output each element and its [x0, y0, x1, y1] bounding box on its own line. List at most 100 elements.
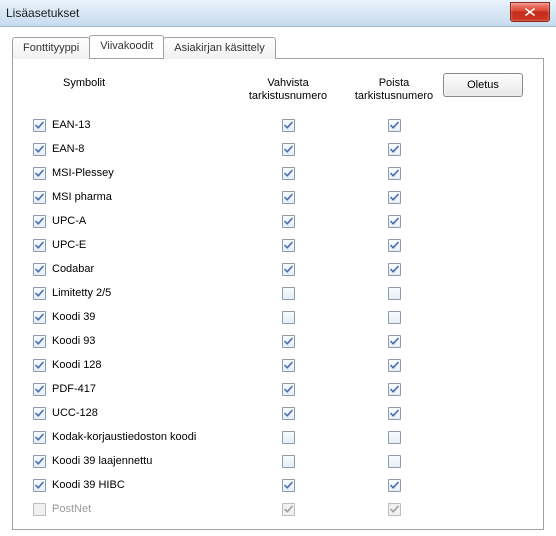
- cell-symbol: UCC-128: [29, 407, 235, 420]
- symbol-checkbox[interactable]: [33, 311, 46, 324]
- remove-checkbox[interactable]: [388, 143, 401, 156]
- cell-verify: [235, 359, 341, 372]
- table-row: Koodi 39: [29, 305, 527, 329]
- cell-remove: [341, 335, 447, 348]
- verify-checkbox[interactable]: [282, 263, 295, 276]
- cell-remove: [341, 191, 447, 204]
- cell-symbol: Koodi 93: [29, 335, 235, 348]
- symbol-checkbox[interactable]: [33, 455, 46, 468]
- symbol-label: Koodi 39 laajennettu: [52, 455, 152, 467]
- table-row: PostNet: [29, 497, 527, 521]
- symbol-checkbox[interactable]: [33, 335, 46, 348]
- cell-symbol: Koodi 39 HIBC: [29, 479, 235, 492]
- symbol-checkbox[interactable]: [33, 215, 46, 228]
- remove-checkbox[interactable]: [388, 383, 401, 396]
- symbol-checkbox[interactable]: [33, 263, 46, 276]
- verify-checkbox[interactable]: [282, 167, 295, 180]
- cell-remove: [341, 383, 447, 396]
- symbol-label: PDF-417: [52, 383, 96, 395]
- cell-remove: [341, 167, 447, 180]
- cell-verify: [235, 287, 341, 300]
- table-row: Limitetty 2/5: [29, 281, 527, 305]
- symbol-checkbox[interactable]: [33, 143, 46, 156]
- table-row: Koodi 128: [29, 353, 527, 377]
- header-symbols: Symbolit: [29, 77, 235, 103]
- cell-symbol: Koodi 39: [29, 311, 235, 324]
- cell-verify: [235, 407, 341, 420]
- symbol-checkbox[interactable]: [33, 383, 46, 396]
- cell-verify: [235, 263, 341, 276]
- window-title: Lisäasetukset: [6, 6, 79, 20]
- table-row: Koodi 93: [29, 329, 527, 353]
- symbol-label: Limitetty 2/5: [52, 287, 111, 299]
- barcode-rows: EAN-13EAN-8MSI-PlesseyMSI pharmaUPC-AUPC…: [29, 113, 527, 521]
- remove-checkbox[interactable]: [388, 311, 401, 324]
- symbol-checkbox[interactable]: [33, 239, 46, 252]
- verify-checkbox[interactable]: [282, 455, 295, 468]
- verify-checkbox[interactable]: [282, 239, 295, 252]
- verify-checkbox[interactable]: [282, 191, 295, 204]
- symbol-checkbox[interactable]: [33, 191, 46, 204]
- default-button[interactable]: Oletus: [443, 73, 523, 97]
- verify-checkbox[interactable]: [282, 431, 295, 444]
- symbol-checkbox[interactable]: [33, 407, 46, 420]
- remove-checkbox[interactable]: [388, 335, 401, 348]
- cell-remove: [341, 431, 447, 444]
- symbol-checkbox[interactable]: [33, 431, 46, 444]
- remove-checkbox[interactable]: [388, 191, 401, 204]
- remove-checkbox[interactable]: [388, 359, 401, 372]
- remove-checkbox[interactable]: [388, 119, 401, 132]
- symbol-checkbox[interactable]: [33, 479, 46, 492]
- header-remove: Poistatarkistusnumero: [341, 77, 447, 103]
- remove-checkbox[interactable]: [388, 167, 401, 180]
- cell-symbol: UPC-E: [29, 239, 235, 252]
- cell-symbol: MSI pharma: [29, 191, 235, 204]
- verify-checkbox[interactable]: [282, 479, 295, 492]
- cell-remove: [341, 479, 447, 492]
- verify-checkbox[interactable]: [282, 119, 295, 132]
- symbol-label: Koodi 93: [52, 335, 95, 347]
- table-row: PDF-417: [29, 377, 527, 401]
- remove-checkbox[interactable]: [388, 407, 401, 420]
- verify-checkbox[interactable]: [282, 335, 295, 348]
- verify-checkbox[interactable]: [282, 383, 295, 396]
- remove-checkbox[interactable]: [388, 239, 401, 252]
- symbol-checkbox[interactable]: [33, 287, 46, 300]
- cell-remove: [341, 119, 447, 132]
- verify-checkbox: [282, 503, 295, 516]
- verify-checkbox[interactable]: [282, 287, 295, 300]
- remove-checkbox[interactable]: [388, 479, 401, 492]
- verify-checkbox[interactable]: [282, 215, 295, 228]
- tab-1[interactable]: Viivakoodit: [89, 35, 164, 58]
- tabs: FonttityyppiViivakooditAsiakirjan käsitt…: [12, 35, 544, 58]
- close-button[interactable]: [510, 2, 550, 22]
- remove-checkbox[interactable]: [388, 263, 401, 276]
- verify-checkbox[interactable]: [282, 143, 295, 156]
- verify-checkbox[interactable]: [282, 311, 295, 324]
- cell-remove: [341, 239, 447, 252]
- symbol-label: MSI pharma: [52, 191, 112, 203]
- cell-symbol: UPC-A: [29, 215, 235, 228]
- cell-verify: [235, 239, 341, 252]
- verify-checkbox[interactable]: [282, 359, 295, 372]
- cell-verify: [235, 215, 341, 228]
- cell-symbol: PDF-417: [29, 383, 235, 396]
- remove-checkbox[interactable]: [388, 455, 401, 468]
- symbol-checkbox[interactable]: [33, 167, 46, 180]
- cell-remove: [341, 311, 447, 324]
- cell-remove: [341, 287, 447, 300]
- cell-remove: [341, 503, 447, 516]
- tab-2[interactable]: Asiakirjan käsittely: [163, 37, 275, 59]
- table-row: Koodi 39 HIBC: [29, 473, 527, 497]
- remove-checkbox[interactable]: [388, 287, 401, 300]
- symbol-label: PostNet: [52, 503, 91, 515]
- symbol-checkbox[interactable]: [33, 119, 46, 132]
- cell-symbol: PostNet: [29, 503, 235, 516]
- remove-checkbox[interactable]: [388, 431, 401, 444]
- symbol-checkbox[interactable]: [33, 359, 46, 372]
- remove-checkbox[interactable]: [388, 215, 401, 228]
- tab-0[interactable]: Fonttityyppi: [12, 37, 90, 59]
- cell-remove: [341, 215, 447, 228]
- symbol-label: Koodi 39: [52, 311, 95, 323]
- verify-checkbox[interactable]: [282, 407, 295, 420]
